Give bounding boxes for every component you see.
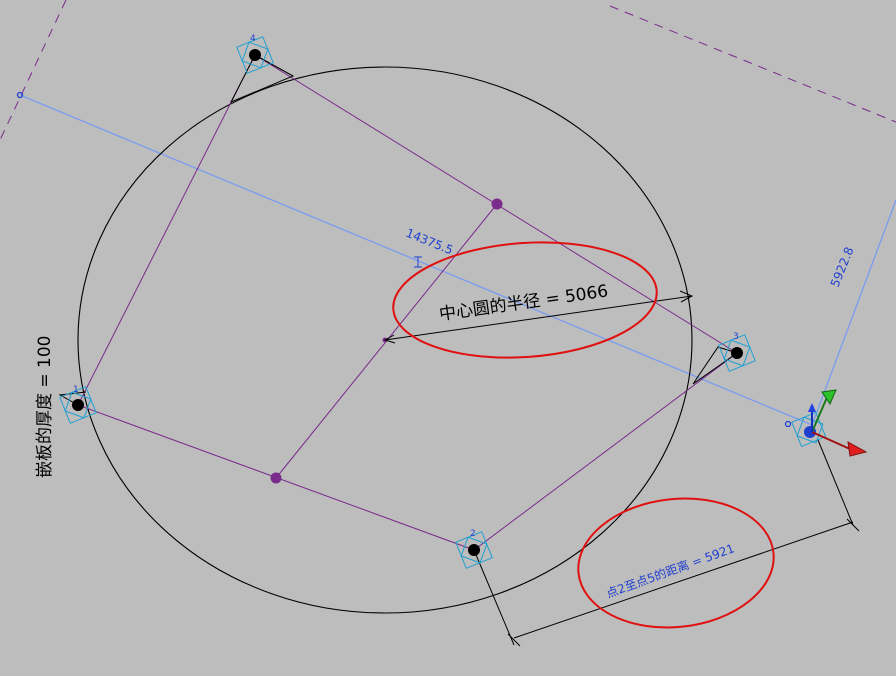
panel-thickness-wedges (60, 55, 737, 405)
point-marker-2[interactable]: 2 (456, 529, 492, 568)
point-marker-4[interactable]: 4 (237, 34, 273, 73)
point-marker-5[interactable] (792, 413, 826, 447)
dimension-short: 5922.8 (828, 245, 857, 289)
svg-text:2: 2 (470, 529, 476, 539)
panel-outline[interactable] (78, 55, 737, 550)
distance-label: 点2至点5的距离 = 5921 (604, 540, 736, 600)
svg-text:1: 1 (73, 385, 79, 395)
thickness-label: 嵌板的厚度 = 100 (35, 336, 55, 479)
dimension-long: 14375.5 (404, 226, 455, 258)
svg-text:4: 4 (250, 34, 256, 44)
axis-gizmo-icon[interactable] (808, 390, 866, 456)
midpoint-markers[interactable] (271, 199, 503, 484)
drawing-canvas[interactable]: 1 4 3 2 中心圆的半径 = 5066 嵌板的厚度 = 10 (0, 0, 896, 672)
reference-plane-line[interactable] (18, 93, 896, 427)
svg-text:3: 3 (733, 332, 739, 342)
radius-label: 中心圆的半径 = 5066 (438, 281, 609, 325)
dashed-reference-lines (0, 0, 896, 140)
point-marker-3[interactable]: 3 (719, 332, 755, 371)
distance-dimension[interactable] (474, 440, 859, 646)
